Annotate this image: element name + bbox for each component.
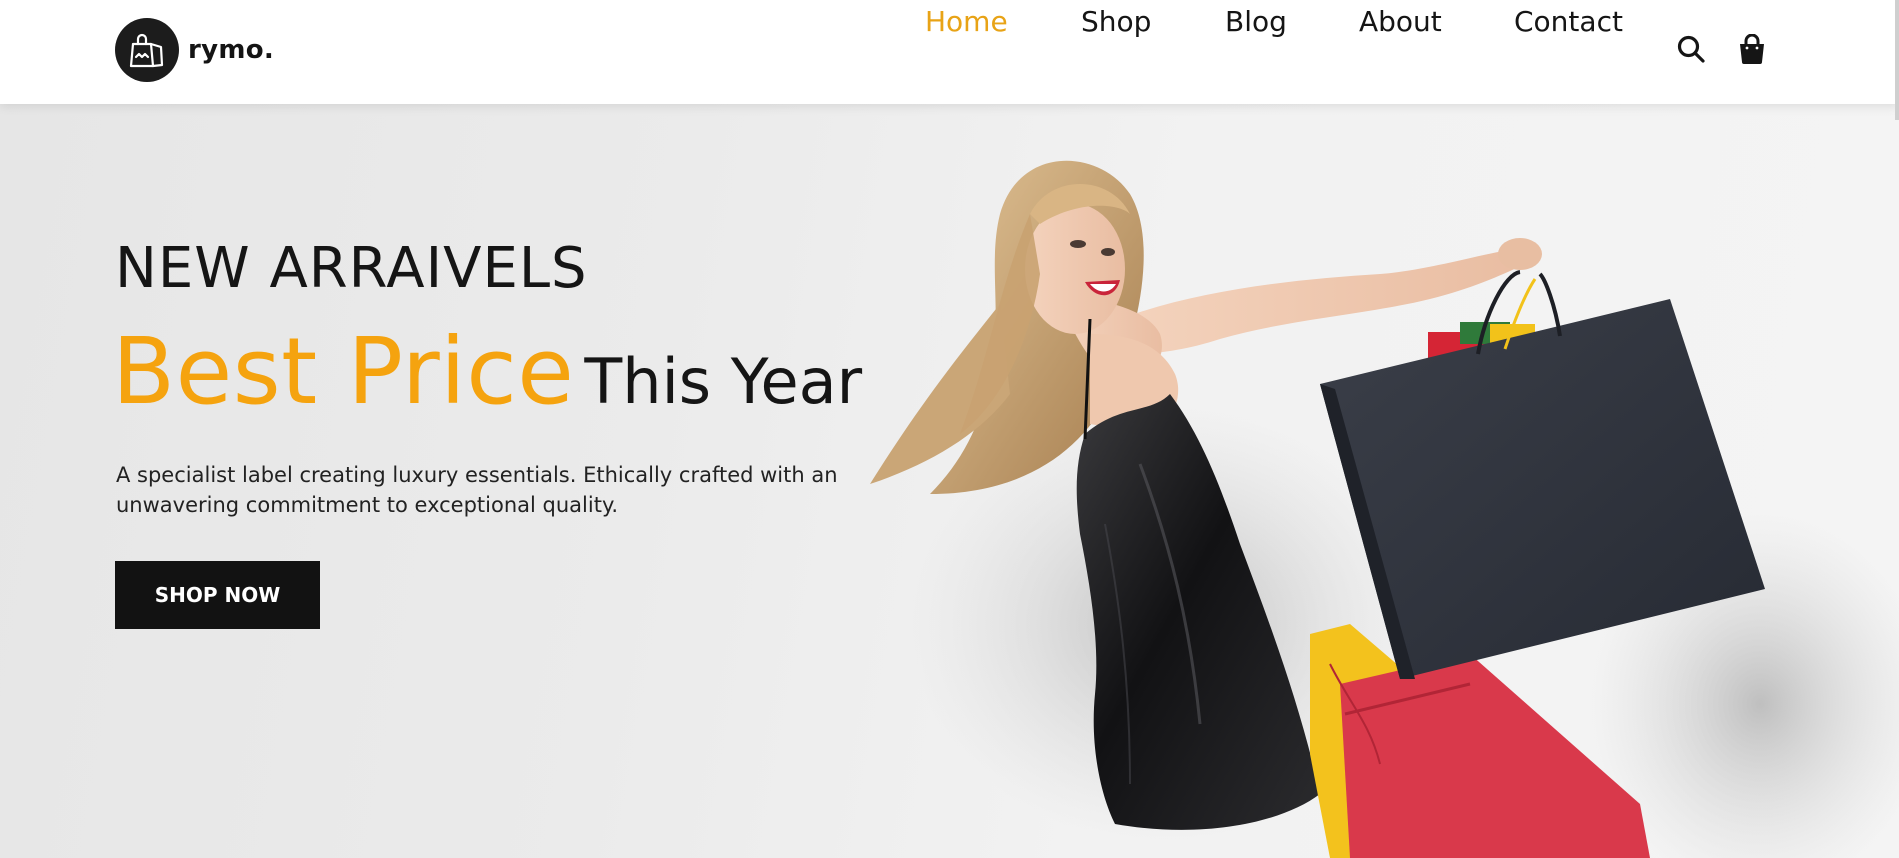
shopping-bag-logo-icon bbox=[115, 18, 179, 82]
hero-description: A specialist label creating luxury essen… bbox=[116, 460, 876, 520]
hero-headline: Best Price This Year bbox=[112, 326, 862, 418]
brand-name: rymo. bbox=[188, 35, 275, 65]
site-header: rymo. Home Shop Blog About Contact bbox=[0, 0, 1899, 104]
page-scrollbar[interactable] bbox=[1895, 0, 1899, 120]
nav-item-contact[interactable]: Contact bbox=[1514, 0, 1623, 44]
hero-headline-accent: Best Price bbox=[112, 318, 575, 425]
hero-description-line2: unwavering commitment to exceptional qua… bbox=[116, 493, 619, 517]
nav-item-home[interactable]: Home bbox=[925, 0, 1008, 44]
hero-banner: NEW ARRAIVELS Best Price This Year A spec… bbox=[0, 104, 1899, 858]
hero-eyebrow: NEW ARRAIVELS bbox=[115, 236, 588, 301]
hero-description-line1: A specialist label creating luxury essen… bbox=[116, 463, 838, 487]
hero-headline-rest: This Year bbox=[584, 345, 863, 418]
brand-logo[interactable]: rymo. bbox=[115, 18, 274, 82]
shopping-bag-icon[interactable] bbox=[1735, 32, 1769, 66]
search-icon[interactable] bbox=[1674, 32, 1708, 66]
nav-item-about[interactable]: About bbox=[1359, 0, 1442, 44]
shop-now-button[interactable]: SHOP NOW bbox=[115, 561, 320, 629]
nav-item-blog[interactable]: Blog bbox=[1225, 0, 1287, 44]
nav-item-shop[interactable]: Shop bbox=[1081, 0, 1151, 44]
